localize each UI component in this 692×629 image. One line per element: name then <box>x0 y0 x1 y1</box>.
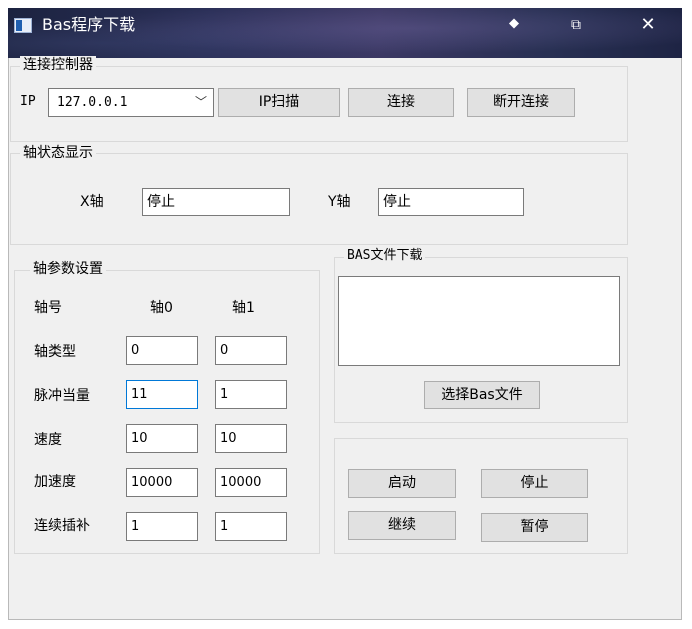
axis1-type-input[interactable]: 0 <box>215 336 287 365</box>
ip-scan-button[interactable]: IP扫描 <box>218 88 340 117</box>
pulse-equivalent-label: 脉冲当量 <box>34 388 90 404</box>
axis0-type-input[interactable]: 0 <box>126 336 198 365</box>
axis-type-label: 轴类型 <box>34 344 76 360</box>
bas-file-list[interactable] <box>338 276 620 366</box>
continue-button[interactable]: 继续 <box>348 511 456 540</box>
x-axis-status-field: 停止 <box>142 188 290 216</box>
ip-combobox[interactable]: 127.0.0.1 ﹀ <box>48 88 214 117</box>
pause-button[interactable]: 暂停 <box>481 513 588 542</box>
connect-group-label: 连接控制器 <box>20 56 96 74</box>
minimize-button[interactable]: ⯁ <box>494 12 534 38</box>
speed-label: 速度 <box>34 432 62 448</box>
start-button[interactable]: 启动 <box>348 469 456 498</box>
axis1-speed-input[interactable]: 10 <box>215 424 287 453</box>
interpolation-label: 连续插补 <box>34 518 90 534</box>
disconnect-button[interactable]: 断开连接 <box>467 88 575 117</box>
y-axis-status-field: 停止 <box>378 188 524 216</box>
axis1-accel-input[interactable]: 10000 <box>215 468 287 497</box>
maximize-button[interactable]: ⧉ <box>556 12 596 38</box>
axis-status-group-label: 轴状态显示 <box>20 144 96 162</box>
axis0-interp-input[interactable]: 1 <box>126 512 198 541</box>
ip-label: IP <box>20 94 36 109</box>
select-bas-file-button[interactable]: 选择Bas文件 <box>424 381 540 409</box>
close-button[interactable]: ✕ <box>628 12 668 38</box>
axis1-header: 轴1 <box>232 300 255 316</box>
axis-number-header: 轴号 <box>34 300 62 316</box>
ip-combobox-value: 127.0.0.1 <box>57 95 128 110</box>
window-title: Bas程序下载 <box>42 15 136 34</box>
bas-download-group-label: BAS文件下载 <box>344 247 426 265</box>
chevron-down-icon[interactable]: ﹀ <box>195 89 207 116</box>
y-axis-label: Y轴 <box>328 194 351 210</box>
axis0-accel-input[interactable]: 10000 <box>126 468 198 497</box>
stop-button[interactable]: 停止 <box>481 469 588 498</box>
connect-button[interactable]: 连接 <box>348 88 454 117</box>
axis1-pulse-input[interactable]: 1 <box>215 380 287 409</box>
axis0-pulse-input[interactable]: 11 <box>126 380 198 409</box>
x-axis-label: X轴 <box>80 194 104 210</box>
app-icon <box>14 18 32 33</box>
acceleration-label: 加速度 <box>34 474 76 490</box>
axis-params-group-label: 轴参数设置 <box>30 260 106 278</box>
axis1-interp-input[interactable]: 1 <box>215 512 287 541</box>
axis0-speed-input[interactable]: 10 <box>126 424 198 453</box>
axis0-header: 轴0 <box>150 300 173 316</box>
